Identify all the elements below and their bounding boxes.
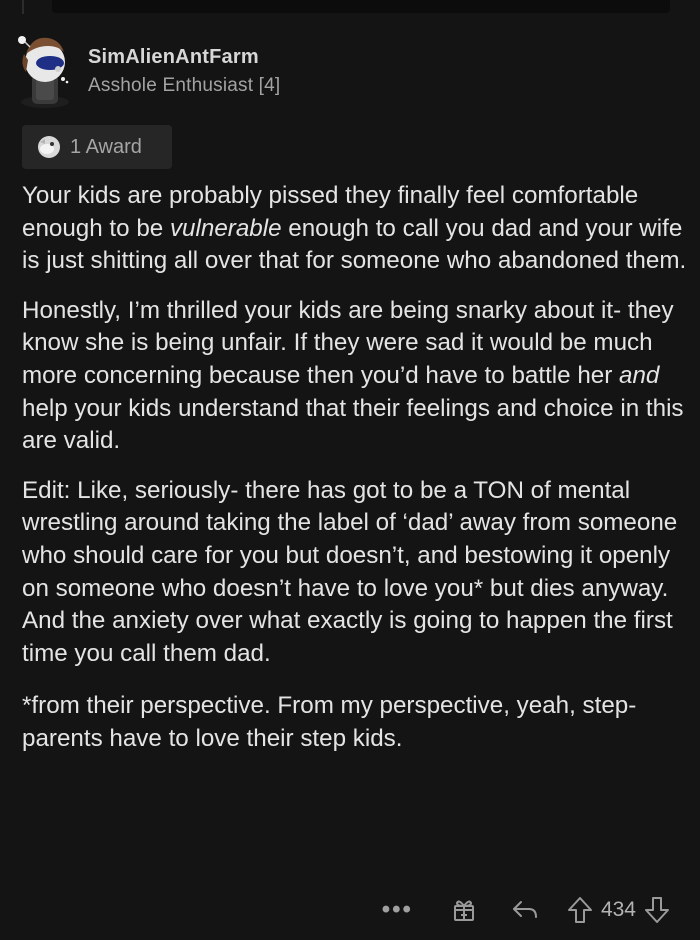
award-icon bbox=[36, 134, 62, 160]
emphasis-text: vulnerable bbox=[169, 214, 282, 242]
vote-score: 434 bbox=[600, 898, 636, 921]
user-meta: SimAlienAntFarm Asshole Enthusiast [4] bbox=[88, 46, 280, 97]
comment-paragraph: Honestly, I’m thrilled your kids are bei… bbox=[22, 296, 684, 455]
comment-paragraph: Your kids are probably pissed they final… bbox=[22, 182, 687, 275]
downvote-icon[interactable] bbox=[644, 896, 670, 924]
comment-body: Your kids are probably pissed they final… bbox=[22, 180, 687, 773]
emphasis-text: and bbox=[619, 361, 660, 389]
award-badge[interactable]: 1 Award bbox=[22, 125, 172, 169]
user-flair: Asshole Enthusiast [4] bbox=[88, 75, 281, 96]
comment-paragraph: *from their perspective. From my perspec… bbox=[22, 692, 637, 752]
upvote-icon[interactable] bbox=[567, 896, 593, 924]
award-label: 1 Award bbox=[70, 135, 142, 158]
reply-icon[interactable] bbox=[511, 898, 539, 922]
avatar[interactable] bbox=[14, 30, 76, 108]
thread-line bbox=[22, 0, 24, 14]
comment-paragraph: Edit: Like, seriously- there has got to … bbox=[22, 476, 678, 667]
comment-actions: ••• 434 bbox=[382, 890, 670, 930]
previous-content-edge bbox=[52, 0, 670, 13]
gift-icon[interactable] bbox=[451, 897, 477, 923]
username-link[interactable]: SimAlienAntFarm bbox=[88, 46, 280, 69]
comment-header: SimAlienAntFarm Asshole Enthusiast [4] bbox=[14, 30, 280, 110]
more-icon[interactable]: ••• bbox=[382, 896, 413, 924]
